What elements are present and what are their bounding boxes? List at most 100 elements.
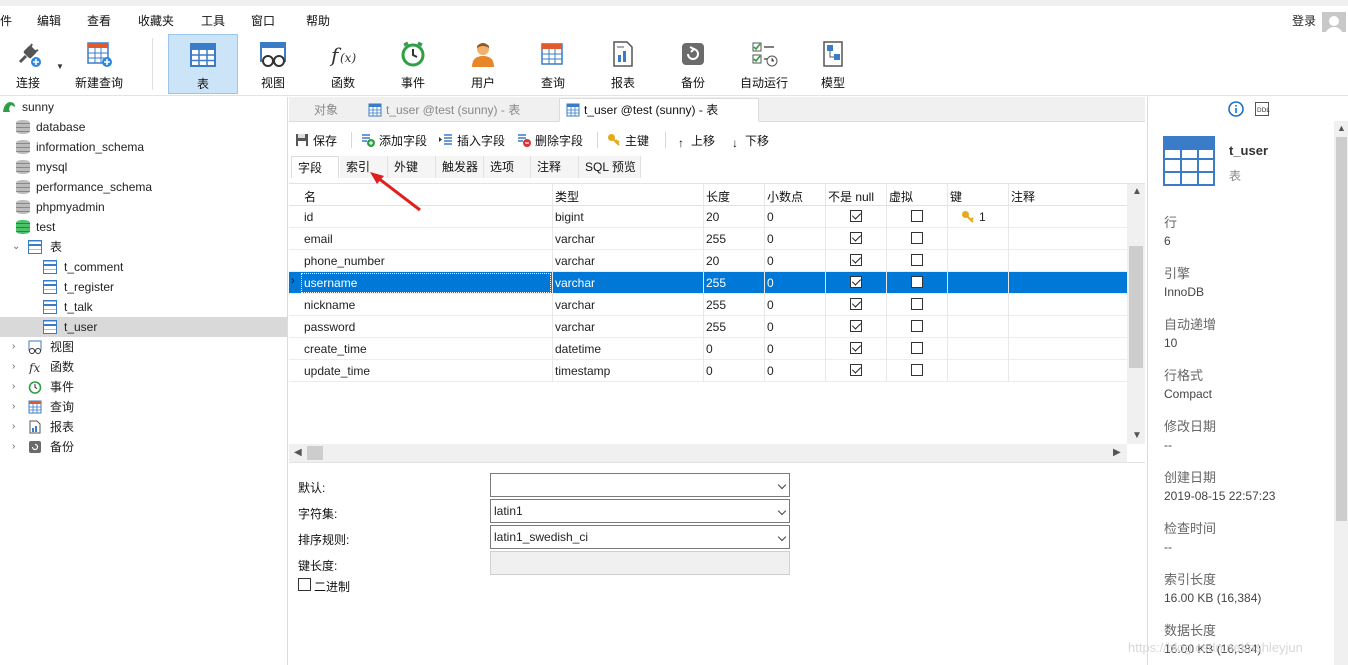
- scroll-down-icon[interactable]: ▼: [1132, 430, 1142, 441]
- cell-type[interactable]: varchar: [555, 298, 595, 312]
- cell-type[interactable]: datetime: [555, 342, 601, 356]
- tab-t-user-1[interactable]: t_user @test (sunny) - 表: [361, 98, 556, 122]
- menu-view[interactable]: 查看: [87, 12, 111, 29]
- scroll-thumb[interactable]: [307, 446, 323, 460]
- table-row[interactable]: nickname varchar 255 0: [289, 294, 1127, 316]
- tree-connection-sunny[interactable]: sunny: [0, 97, 287, 117]
- default-select[interactable]: [490, 473, 790, 497]
- subtab-comment[interactable]: 注释: [531, 156, 579, 178]
- header-decimals[interactable]: 小数点: [767, 188, 803, 205]
- cell-decimals[interactable]: 0: [767, 364, 774, 378]
- cell-length[interactable]: 255: [706, 276, 726, 290]
- cell-length[interactable]: 255: [706, 298, 726, 312]
- ddl-icon[interactable]: DDL: [1254, 101, 1270, 117]
- primary-key-button[interactable]: 主键: [607, 132, 649, 149]
- scroll-thumb[interactable]: [1129, 246, 1143, 368]
- tree-table-t-comment[interactable]: t_comment: [0, 257, 287, 277]
- tree-group-events[interactable]: › 事件: [0, 377, 287, 397]
- cell-decimals[interactable]: 0: [767, 210, 774, 224]
- header-comment[interactable]: 注释: [1011, 188, 1035, 205]
- tree-group-views[interactable]: › 视图: [0, 337, 287, 357]
- login-link[interactable]: 登录: [1292, 12, 1316, 29]
- header-virtual[interactable]: 虚拟: [889, 188, 913, 205]
- not-null-checkbox[interactable]: [850, 320, 862, 332]
- event-button[interactable]: 事件: [388, 34, 438, 94]
- insert-field-button[interactable]: 插入字段: [439, 132, 505, 149]
- tree-group-tables[interactable]: ⌄ 表: [0, 237, 287, 257]
- cell-decimals[interactable]: 0: [767, 342, 774, 356]
- tree-table-t-user[interactable]: t_user: [0, 317, 287, 337]
- table-row[interactable]: password varchar 255 0: [289, 316, 1127, 338]
- table-row[interactable]: update_time timestamp 0 0: [289, 360, 1127, 382]
- menu-favorites[interactable]: 收藏夹: [138, 12, 174, 29]
- menu-window[interactable]: 窗口: [251, 12, 275, 29]
- backup-button[interactable]: 备份: [668, 34, 718, 94]
- scroll-up-icon[interactable]: ▲: [1132, 186, 1142, 197]
- cell-length[interactable]: 255: [706, 320, 726, 334]
- binary-checkbox[interactable]: [298, 578, 311, 591]
- cell-length[interactable]: 0: [706, 342, 713, 356]
- cell-decimals[interactable]: 0: [767, 276, 774, 290]
- virtual-checkbox[interactable]: [911, 254, 923, 266]
- not-null-checkbox[interactable]: [850, 342, 862, 354]
- header-not-null[interactable]: 不是 null: [828, 188, 874, 205]
- not-null-checkbox[interactable]: [850, 254, 862, 266]
- tree-db-test[interactable]: test: [0, 217, 287, 237]
- chevron-right-icon[interactable]: ›: [12, 377, 15, 397]
- tree-group-queries[interactable]: › 查询: [0, 397, 287, 417]
- cell-length[interactable]: 20: [706, 254, 719, 268]
- cell-name[interactable]: password: [304, 320, 355, 334]
- header-name[interactable]: 名: [304, 188, 316, 205]
- virtual-checkbox[interactable]: [911, 342, 923, 354]
- model-button[interactable]: 模型: [808, 34, 858, 94]
- menu-file[interactable]: 件: [0, 12, 12, 29]
- not-null-checkbox[interactable]: [850, 232, 862, 244]
- table-row[interactable]: email varchar 255 0: [289, 228, 1127, 250]
- cell-length[interactable]: 20: [706, 210, 719, 224]
- tree-db-phpmyadmin[interactable]: phpmyadmin: [0, 197, 287, 217]
- scroll-up-icon[interactable]: ▲: [1337, 123, 1346, 133]
- virtual-checkbox[interactable]: [911, 276, 923, 288]
- add-field-button[interactable]: 添加字段: [361, 132, 427, 149]
- virtual-checkbox[interactable]: [911, 210, 923, 222]
- menu-help[interactable]: 帮助: [306, 12, 330, 29]
- not-null-checkbox[interactable]: [850, 298, 862, 310]
- subtab-sql-preview[interactable]: SQL 预览: [579, 156, 641, 178]
- cell-decimals[interactable]: 0: [767, 320, 774, 334]
- table-row[interactable]: create_time datetime 0 0: [289, 338, 1127, 360]
- subtab-options[interactable]: 选项: [484, 156, 531, 178]
- tree-group-backups[interactable]: › 备份: [0, 437, 287, 457]
- tree-db-database[interactable]: database: [0, 117, 287, 137]
- cell-decimals[interactable]: 0: [767, 298, 774, 312]
- query-button[interactable]: 查询: [528, 34, 578, 94]
- tree-table-t-register[interactable]: t_register: [0, 277, 287, 297]
- horizontal-scrollbar[interactable]: ◀ ▶: [289, 444, 1127, 462]
- cell-name[interactable]: nickname: [304, 298, 355, 312]
- cell-decimals[interactable]: 0: [767, 232, 774, 246]
- cell-name[interactable]: email: [304, 232, 333, 246]
- table-button[interactable]: 表: [168, 34, 238, 94]
- cell-decimals[interactable]: 0: [767, 254, 774, 268]
- cell-name[interactable]: create_time: [304, 342, 367, 356]
- subtab-triggers[interactable]: 触发器: [436, 156, 484, 178]
- cell-type[interactable]: bigint: [555, 210, 584, 224]
- tree-db-information-schema[interactable]: information_schema: [0, 137, 287, 157]
- move-down-button[interactable]: ↓ 下移: [729, 132, 769, 150]
- chevron-right-icon[interactable]: ›: [12, 437, 15, 457]
- move-up-button[interactable]: ↑ 上移: [675, 132, 715, 150]
- info-icon[interactable]: [1228, 101, 1244, 117]
- menu-edit[interactable]: 编辑: [37, 12, 61, 29]
- connect-dropdown-icon[interactable]: ▼: [56, 62, 64, 71]
- vertical-scrollbar[interactable]: ▲ ▼: [1127, 184, 1145, 444]
- subtab-fields[interactable]: 字段: [291, 156, 339, 178]
- user-button[interactable]: 用户: [458, 34, 508, 94]
- cell-name[interactable]: username: [304, 276, 357, 290]
- cell-type[interactable]: varchar: [555, 276, 595, 290]
- cell-length[interactable]: 0: [706, 364, 713, 378]
- new-query-button[interactable]: 新建查询: [70, 34, 128, 94]
- cell-key[interactable]: 1: [979, 210, 986, 224]
- scroll-left-icon[interactable]: ◀: [294, 447, 302, 458]
- scroll-right-icon[interactable]: ▶: [1113, 447, 1121, 458]
- chevron-right-icon[interactable]: ›: [12, 357, 15, 377]
- tree-db-mysql[interactable]: mysql: [0, 157, 287, 177]
